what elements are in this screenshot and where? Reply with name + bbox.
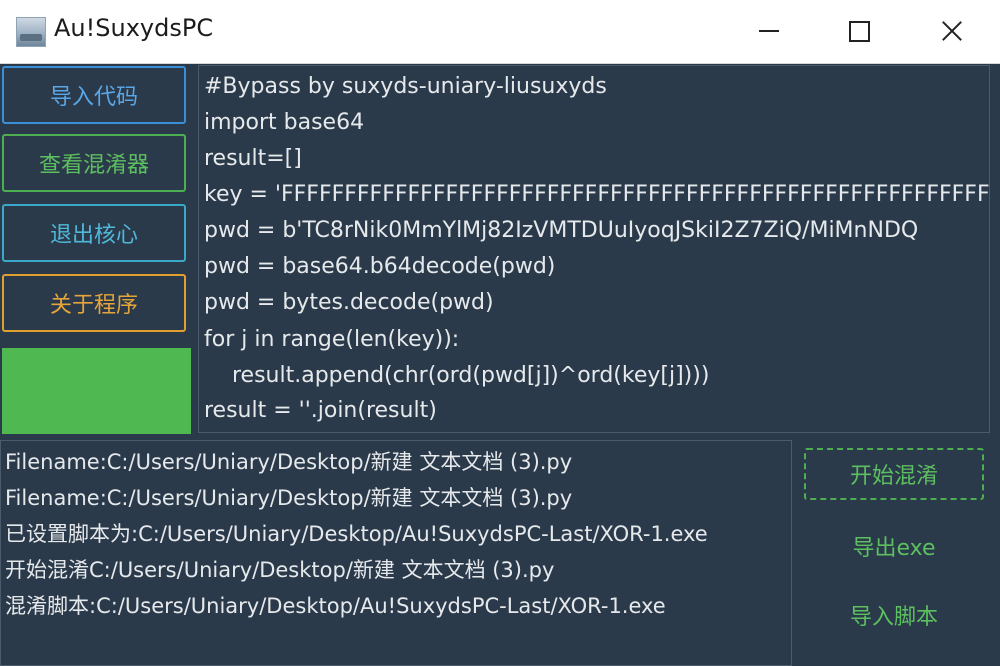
code-line: result.append(chr(ord(pwd[j])^ord(key[j]… xyxy=(204,363,710,388)
status-indicator xyxy=(2,348,191,434)
close-button[interactable] xyxy=(931,10,973,52)
export-exe-button[interactable]: 导出exe xyxy=(804,526,984,566)
start-obfuscation-button[interactable]: 开始混淆 xyxy=(804,448,984,500)
about-program-button[interactable]: 关于程序 xyxy=(2,274,186,332)
log-line: 已设置脚本为:C:/Users/Uniary/Desktop/Au!Suxyds… xyxy=(5,522,708,546)
code-line: result=[] xyxy=(204,146,302,171)
minimize-icon xyxy=(759,30,779,32)
code-line: #Bypass by suxyds-uniary-liusuxyds xyxy=(204,74,607,99)
code-editor[interactable]: #Bypass by suxyds-uniary-liusuxyds impor… xyxy=(198,65,990,433)
log-line: Filename:C:/Users/Uniary/Desktop/新建 文本文档… xyxy=(5,450,573,474)
app-icon xyxy=(16,17,46,47)
maximize-icon xyxy=(848,20,870,42)
code-line: key = 'FFFFFFFFFFFFFFFFFFFFFFFFFFFFFFFFF… xyxy=(204,182,990,207)
code-line: import base64 xyxy=(204,110,365,135)
view-obfuscator-button[interactable]: 查看混淆器 xyxy=(2,134,186,192)
minimize-button[interactable] xyxy=(748,10,790,52)
exit-core-button[interactable]: 退出核心 xyxy=(2,204,186,262)
log-line: Filename:C:/Users/Uniary/Desktop/新建 文本文档… xyxy=(5,486,573,510)
close-icon xyxy=(941,20,963,42)
log-output[interactable]: Filename:C:/Users/Uniary/Desktop/新建 文本文档… xyxy=(0,440,792,666)
maximize-button[interactable] xyxy=(838,10,880,52)
log-line: 混淆脚本:C:/Users/Uniary/Desktop/Au!SuxydsPC… xyxy=(5,594,666,618)
import-script-button[interactable]: 导入脚本 xyxy=(804,595,984,635)
log-line: 开始混淆C:/Users/Uniary/Desktop/新建 文本文档 (3).… xyxy=(5,558,555,582)
code-line: pwd = bytes.decode(pwd) xyxy=(204,290,494,315)
window-title: Au!SuxydsPC xyxy=(54,14,214,42)
code-line: for j in range(len(key)): xyxy=(204,327,460,352)
code-line: result = ''.join(result) xyxy=(204,398,437,423)
code-line: pwd = b'TC8rNik0MmYlMj82IzVMTDUuIyoqJSki… xyxy=(204,218,919,243)
import-code-button[interactable]: 导入代码 xyxy=(2,66,186,124)
title-bar: Au!SuxydsPC xyxy=(0,0,1000,64)
code-line: pwd = base64.b64decode(pwd) xyxy=(204,254,556,279)
